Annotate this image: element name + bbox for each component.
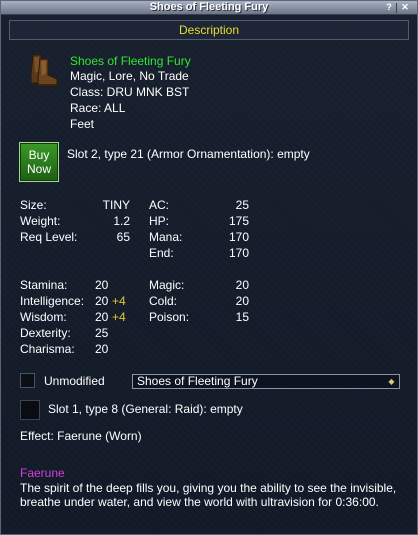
resist-label-cold: Cold: — [149, 294, 178, 308]
attr-value-stamina: 20 — [95, 278, 109, 292]
tab-description[interactable]: Description — [9, 20, 409, 40]
stat-value-mana: 170 — [228, 230, 249, 244]
help-button[interactable]: ? — [383, 2, 395, 13]
item-classes: Class: DRU MNK BST — [70, 85, 190, 99]
resist-label-poison: Poison: — [149, 310, 190, 324]
attr-value-dexterity: 25 — [95, 326, 109, 340]
stat-label-size: Size: — [20, 198, 47, 212]
buy-now-button[interactable]: Buy Now — [19, 142, 59, 182]
attr-bonus-intelligence: +4 — [112, 294, 126, 308]
item-name: Shoes of Fleeting Fury — [70, 54, 191, 68]
aug-slot-2: Slot 2, type 21 (Armor Ornamentation): e… — [67, 147, 310, 161]
close-button[interactable]: ✕ — [399, 2, 411, 13]
stat-value-end: 170 — [228, 246, 249, 260]
stat-value-hp: 175 — [228, 214, 249, 228]
window-title: Shoes of Fleeting Fury — [149, 1, 269, 13]
stat-label-hp: HP: — [149, 214, 170, 228]
attr-value-intelligence: 20 — [95, 294, 109, 308]
resist-value-cold: 20 — [235, 294, 249, 308]
attr-label-intelligence: Intelligence: — [20, 294, 85, 308]
item-slot: Feet — [70, 117, 95, 131]
stat-value-req-level: 65 — [116, 230, 130, 244]
worn-effect: Effect: Faerune (Worn) — [20, 429, 142, 443]
attr-value-charisma: 20 — [95, 342, 109, 356]
unmodified-label: Unmodified — [44, 374, 105, 388]
stat-value-weight: 1.2 — [113, 214, 130, 228]
attr-label-stamina: Stamina: — [20, 278, 68, 292]
attr-bonus-wisdom: +4 — [112, 310, 126, 324]
aug-slot-1-socket[interactable] — [20, 400, 40, 420]
stat-label-mana: Mana: — [149, 230, 183, 244]
title-bar[interactable]: Shoes of Fleeting Fury ? ✕ — [1, 1, 417, 15]
stat-label-end: End: — [149, 246, 174, 260]
stat-label-weight: Weight: — [20, 214, 61, 228]
resist-value-poison: 15 — [235, 310, 249, 324]
attr-label-dexterity: Dexterity: — [20, 326, 71, 340]
attr-value-wisdom: 20 — [95, 310, 109, 324]
resist-label-magic: Magic: — [149, 278, 185, 292]
stat-label-ac: AC: — [149, 198, 170, 212]
aug-slot-1: Slot 1, type 8 (General: Raid): empty — [48, 402, 243, 416]
stat-value-size: TINY — [102, 198, 130, 212]
stat-value-ac: 25 — [235, 198, 249, 212]
item-flags: Magic, Lore, No Trade — [70, 69, 189, 83]
stat-label-req-level: Req Level: — [20, 230, 78, 244]
item-inspect-window: Shoes of Fleeting Fury ? ✕ Description S… — [0, 0, 418, 535]
chevron-updown-icon[interactable]: ◆ — [386, 376, 397, 387]
item-variant-value: Shoes of Fleeting Fury — [137, 374, 258, 388]
attr-label-wisdom: Wisdom: — [20, 310, 67, 324]
item-races: Race: ALL — [70, 101, 126, 115]
unmodified-checkbox[interactable] — [20, 373, 35, 388]
attr-label-charisma: Charisma: — [20, 342, 75, 356]
spell-description: The spirit of the deep fills you, giving… — [20, 481, 397, 509]
spell-name: Faerune — [20, 466, 65, 480]
titlebar-divider — [396, 3, 397, 13]
resist-value-magic: 20 — [235, 278, 249, 292]
buy-now-label-1: Buy — [28, 148, 50, 162]
item-variant-select[interactable]: Shoes of Fleeting Fury ◆ — [132, 374, 400, 389]
boots-icon — [27, 53, 61, 89]
buy-now-label-2: Now — [26, 162, 51, 176]
